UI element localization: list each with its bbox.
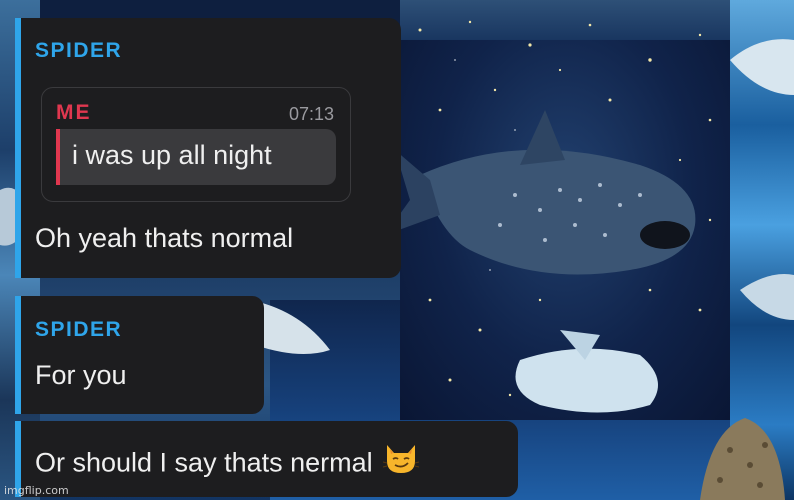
message-text: For you (35, 360, 127, 390)
chat-message[interactable]: Or should I say thats nermal (15, 421, 518, 497)
chat-message[interactable]: SPIDER For you (15, 296, 264, 414)
quoted-reply[interactable]: ME 07:13 i was up all night (41, 87, 351, 202)
message-sender-name: SPIDER (35, 39, 123, 62)
message-text: Or should I say thats nermal (35, 447, 373, 478)
spotted-shark-image (700, 418, 785, 500)
message-text-line: Or should I say thats nermal (35, 445, 419, 482)
hammerhead-shark-image (515, 330, 658, 413)
message-sender-name: SPIDER (35, 318, 123, 341)
quoted-timestamp: 07:13 (288, 104, 334, 124)
message-text: Oh yeah thats normal (35, 223, 294, 253)
quoted-sender-name: ME (56, 101, 92, 124)
whale-shark-image (385, 110, 696, 275)
imgflip-watermark: imgflip.com (4, 484, 69, 497)
smirking-cat-emoji (382, 441, 419, 482)
quoted-message-bubble: i was up all night (56, 129, 336, 185)
chat-message[interactable]: SPIDER ME 07:13 i was up all night Oh ye… (15, 18, 401, 278)
quoted-message-text: i was up all night (72, 140, 272, 170)
reef-shark-image (730, 39, 794, 320)
